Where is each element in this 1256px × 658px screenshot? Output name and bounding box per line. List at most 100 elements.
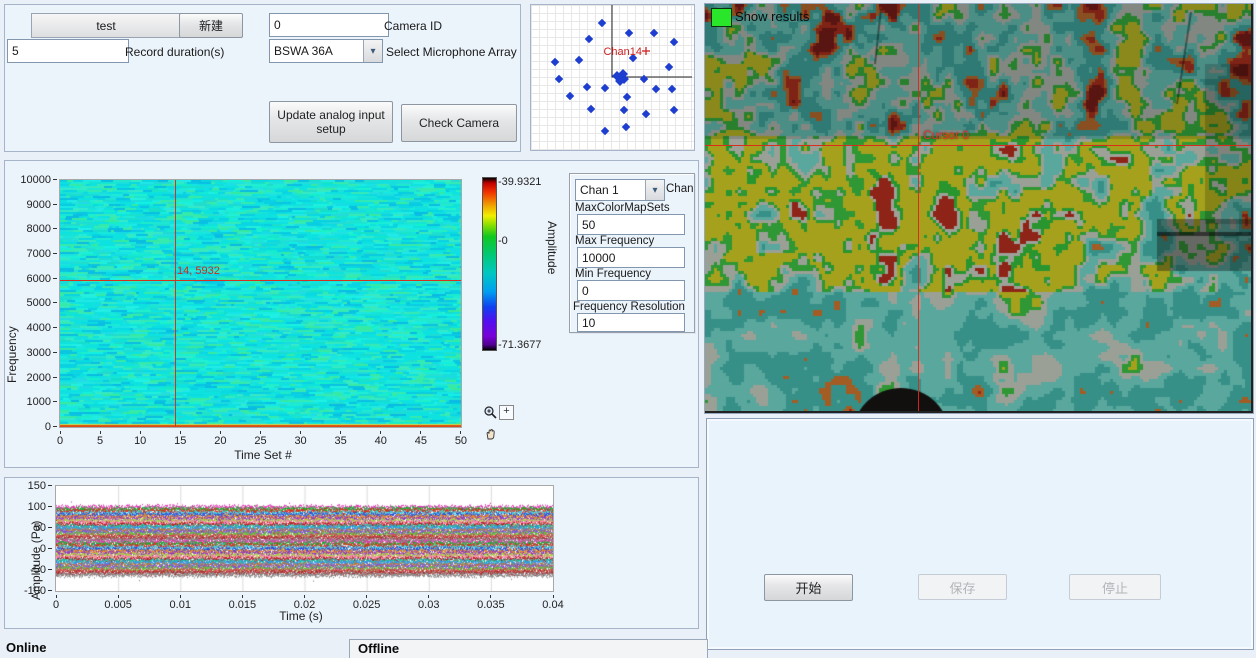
waveform-yaxis: 150100500-50-100: [13, 480, 52, 597]
online-status-label: Online: [6, 640, 46, 655]
frequency-resolution-label: Frequency Resolution: [573, 301, 685, 313]
start-button[interactable]: 开始: [764, 574, 853, 601]
pan-tool-button[interactable]: [483, 426, 499, 445]
zoom-tool-button[interactable]: +: [483, 405, 514, 423]
acoustic-camera-app: test 新建 5 Record duration(s) 0 Camera ID…: [0, 0, 1256, 658]
new-session-button[interactable]: 新建: [179, 13, 243, 38]
tick-label: 0: [48, 431, 72, 447]
tick-label: 3000: [27, 347, 57, 359]
spectrogram-xaxis: 05 10 15 20 25 30 35 40 45 50: [48, 431, 473, 447]
mic-array-select[interactable]: BSWA 36A ▾: [269, 39, 383, 63]
chevron-down-icon[interactable]: ▾: [363, 40, 382, 62]
spectrogram-xlabel: Time Set #: [213, 448, 313, 462]
tick-label: 1000: [27, 396, 57, 408]
chan-select[interactable]: Chan 1 ▾: [575, 179, 665, 201]
tick-label: 20: [208, 431, 232, 447]
camera-image-canvas: [705, 4, 1251, 411]
spectrogram-yaxis: 10000 9000 8000 7000 6000 5000 4000 3000 2000 100…: [19, 174, 57, 433]
spectrogram-cursor-vline[interactable]: [175, 180, 176, 427]
camera-cursor-hline[interactable]: [705, 145, 1251, 146]
camera-view[interactable]: Cursor 0 Show results: [704, 3, 1254, 414]
colorbar-min-label: -71.3677: [498, 339, 541, 351]
zoom-mode-box[interactable]: +: [499, 405, 514, 420]
tick-label: 9000: [27, 199, 57, 211]
setup-panel: test 新建 5 Record duration(s) 0 Camera ID…: [4, 4, 521, 152]
tick-label: 7000: [27, 248, 57, 260]
tick-label: -50: [30, 564, 52, 576]
spectrogram-cursor-label: 14, 5932: [177, 265, 220, 277]
tick-label: 6000: [27, 273, 57, 285]
chan-label: Chan: [666, 183, 694, 195]
run-control-panel: 开始 保存 停止: [706, 418, 1254, 650]
offline-status-label: Offline: [358, 641, 399, 656]
spectrogram-ylabel: Frequency: [5, 223, 19, 383]
tick-label: 0.035: [474, 595, 508, 611]
spectrogram-cursor-hline[interactable]: [60, 280, 461, 281]
min-frequency-input[interactable]: 0: [577, 280, 685, 301]
mic-array-label: Select Microphone Array: [386, 45, 517, 59]
tick-label: 40: [369, 431, 393, 447]
waveform-xlabel: Time (s): [251, 609, 351, 623]
hand-icon: [483, 426, 499, 445]
waveform-canvas[interactable]: [56, 486, 553, 591]
colorbar-mid-label: -0: [498, 235, 508, 247]
camera-cursor-vline[interactable]: [918, 4, 919, 411]
colorbar-title: Amplitude: [545, 221, 559, 311]
show-results-label: Show results: [735, 9, 809, 24]
tick-label: 50: [34, 522, 52, 534]
tick-label: 5000: [27, 297, 57, 309]
record-duration-label: Record duration(s): [125, 45, 224, 59]
max-colormap-sets-label: MaxColorMapSets: [575, 202, 670, 214]
check-camera-button[interactable]: Check Camera: [401, 104, 517, 142]
mic-array-scatter: Chan14: [531, 5, 692, 148]
amplitude-colorbar: [482, 177, 497, 351]
spectrogram-canvas[interactable]: [60, 180, 461, 427]
save-button[interactable]: 保存: [918, 574, 1007, 600]
tick-label: 150: [28, 480, 52, 492]
update-analog-input-button[interactable]: Update analog input setup: [269, 101, 393, 143]
camera-id-label: Camera ID: [384, 19, 442, 33]
waveform-panel: Amplitude (Pa) 150100500-50-100 00.0050.…: [4, 477, 699, 629]
show-results-checkbox[interactable]: [711, 8, 732, 27]
tick-label: 5: [88, 431, 112, 447]
session-name-control[interactable]: test: [31, 13, 181, 38]
tick-label: 0.03: [412, 595, 446, 611]
tick-label: 0.025: [350, 595, 384, 611]
record-duration-input[interactable]: 5: [7, 39, 129, 63]
svg-text:Chan14: Chan14: [603, 46, 642, 58]
tick-label: 0: [39, 595, 73, 611]
tick-label: 0.005: [101, 595, 135, 611]
chevron-down-icon[interactable]: ▾: [645, 180, 664, 200]
min-frequency-label: Min Frequency: [575, 268, 651, 280]
offline-status-panel: Offline: [349, 639, 708, 658]
tick-label: 2000: [27, 372, 57, 384]
spectrogram-panel: Frequency 100009000800070006000500040003…: [4, 160, 699, 468]
colorbar-max-label: -39.9321: [498, 176, 541, 188]
tick-label: 0: [40, 543, 52, 555]
max-colormap-sets-input[interactable]: 50: [577, 214, 685, 235]
camera-cursor-label: Cursor 0: [923, 128, 969, 142]
max-frequency-input[interactable]: 10000: [577, 247, 685, 268]
tick-label: 35: [329, 431, 353, 447]
stop-button[interactable]: 停止: [1069, 574, 1161, 600]
tick-label: 15: [168, 431, 192, 447]
tick-label: 100: [28, 501, 52, 513]
tick-label: 0.01: [163, 595, 197, 611]
magnifier-icon: [483, 405, 498, 423]
tick-label: 50: [449, 431, 473, 447]
camera-id-input[interactable]: 0: [269, 13, 389, 37]
tick-label: 25: [248, 431, 272, 447]
tick-label: 45: [409, 431, 433, 447]
mic-array-value: BSWA 36A: [270, 44, 363, 58]
tick-label: 30: [289, 431, 313, 447]
frequency-resolution-input[interactable]: 10: [577, 313, 685, 332]
analysis-controls: Chan 1 ▾ Chan MaxColorMapSets 50 Max Fre…: [569, 173, 695, 333]
tick-label: 10: [128, 431, 152, 447]
max-frequency-label: Max Frequency: [575, 235, 654, 247]
tick-label: 0.04: [536, 595, 570, 611]
tick-label: 4000: [27, 322, 57, 334]
mic-array-plot-panel: Chan14: [530, 4, 695, 151]
tick-label: 8000: [27, 223, 57, 235]
tick-label: 10000: [20, 174, 57, 186]
chan-value: Chan 1: [576, 183, 645, 197]
